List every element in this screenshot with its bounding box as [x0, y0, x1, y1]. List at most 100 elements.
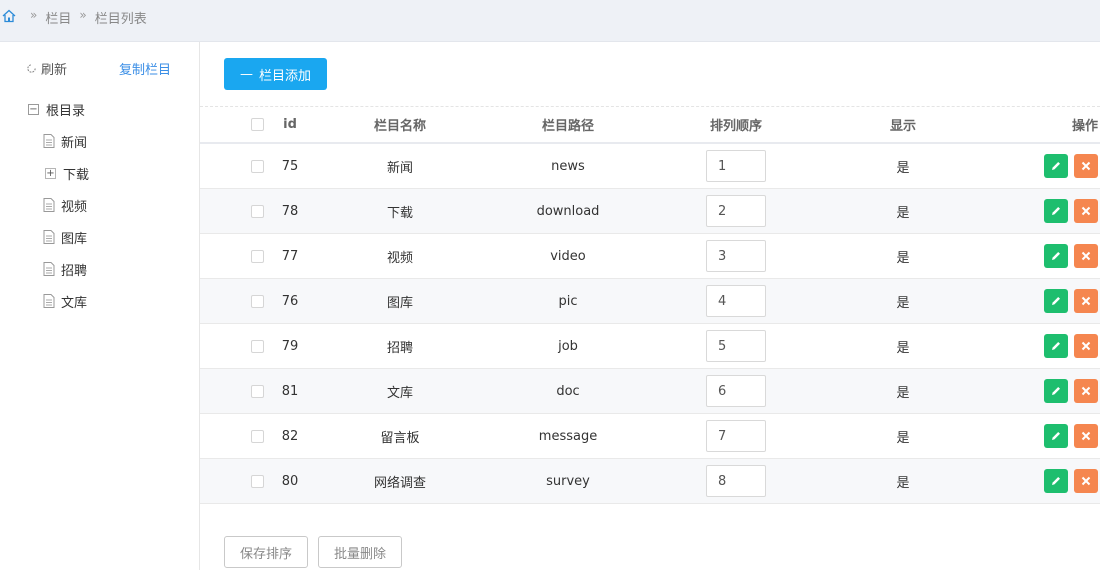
- document-icon: [43, 262, 55, 276]
- row-path: pic: [558, 293, 578, 309]
- table-row: 76 图库 pic 是: [200, 279, 1100, 324]
- order-input[interactable]: [706, 465, 766, 497]
- row-checkbox[interactable]: [251, 474, 264, 488]
- row-show: 是: [896, 160, 910, 176]
- order-input[interactable]: [706, 330, 766, 362]
- table-header: id 栏目名称 栏目路径 排列顺序 显示 操作: [200, 107, 1100, 144]
- row-checkbox[interactable]: [251, 204, 264, 218]
- order-input[interactable]: [706, 420, 766, 452]
- row-checkbox[interactable]: [251, 429, 264, 443]
- table-row: 79 招聘 job 是: [200, 324, 1100, 369]
- row-path: survey: [546, 473, 590, 489]
- batch-delete-button[interactable]: 批量删除: [318, 536, 402, 568]
- delete-button[interactable]: [1074, 379, 1098, 403]
- row-checkbox[interactable]: [251, 294, 264, 308]
- row-show: 是: [896, 430, 910, 446]
- order-input[interactable]: [706, 285, 766, 317]
- row-show: 是: [896, 385, 910, 401]
- order-input[interactable]: [706, 195, 766, 227]
- delete-button[interactable]: [1074, 199, 1098, 223]
- delete-button[interactable]: [1074, 424, 1098, 448]
- row-path: download: [536, 203, 600, 219]
- edit-button[interactable]: [1044, 289, 1068, 313]
- table-row: 81 文库 doc 是: [200, 369, 1100, 414]
- delete-button[interactable]: [1074, 469, 1098, 493]
- edit-button[interactable]: [1044, 244, 1068, 268]
- breadcrumb-item-column[interactable]: 栏目: [45, 8, 71, 27]
- add-column-button[interactable]: — 栏目添加: [224, 58, 327, 90]
- row-checkbox[interactable]: [251, 384, 264, 398]
- col-header-actions: 操作: [1071, 119, 1098, 134]
- collapse-icon[interactable]: −: [28, 103, 39, 115]
- tree-node-gallery[interactable]: 图库: [43, 228, 88, 247]
- row-id: 75: [281, 158, 299, 174]
- row-path: video: [550, 248, 586, 264]
- tree-node-library[interactable]: 文库: [43, 292, 87, 311]
- copy-column-link[interactable]: 复制栏目: [119, 59, 171, 78]
- row-name: 新闻: [386, 160, 413, 176]
- row-id: 80: [281, 473, 299, 489]
- table-row: 80 网络调查 survey 是: [200, 459, 1100, 504]
- refresh-button[interactable]: 刷新: [26, 59, 67, 78]
- home-icon[interactable]: [2, 9, 16, 23]
- column-table: id 栏目名称 栏目路径 排列顺序 显示 操作 75 新闻 news 是: [200, 106, 1100, 504]
- close-icon: [1081, 296, 1091, 306]
- delete-button[interactable]: [1074, 334, 1098, 358]
- tree-node-label: 图库: [61, 231, 88, 247]
- breadcrumb-separator: »: [30, 8, 38, 22]
- tree-node-video[interactable]: 视频: [43, 196, 87, 215]
- col-header-order: 排列顺序: [709, 119, 762, 134]
- tree-node-label: 招聘: [61, 263, 88, 279]
- breadcrumb-item-column-list: 栏目列表: [94, 12, 147, 27]
- save-order-button[interactable]: 保存排序: [224, 536, 308, 568]
- row-name: 文库: [386, 385, 413, 401]
- edit-button[interactable]: [1044, 334, 1068, 358]
- table-row: 82 留言板 message 是: [200, 414, 1100, 459]
- order-input[interactable]: [706, 150, 766, 182]
- tree-panel: 刷新 复制栏目 − 根目录 新闻 + 下载 视频 图库 招聘 文库: [0, 42, 200, 570]
- row-checkbox[interactable]: [251, 249, 264, 263]
- close-icon: [1081, 206, 1091, 216]
- expand-icon[interactable]: +: [45, 167, 56, 179]
- row-name: 网络调查: [373, 475, 426, 491]
- close-icon: [1081, 161, 1091, 171]
- row-name: 下载: [386, 205, 413, 221]
- order-input[interactable]: [706, 375, 766, 407]
- order-input[interactable]: [706, 240, 766, 272]
- edit-button[interactable]: [1044, 424, 1068, 448]
- row-id: 76: [281, 293, 299, 309]
- document-icon: [43, 294, 55, 308]
- select-all-checkbox[interactable]: [251, 118, 264, 131]
- close-icon: [1081, 341, 1091, 351]
- col-header-id: id: [283, 117, 297, 132]
- tree-node-root[interactable]: − 根目录: [28, 100, 86, 119]
- pencil-icon: [1052, 207, 1060, 215]
- pencil-icon: [1052, 297, 1060, 305]
- tree-node-jobs[interactable]: 招聘: [43, 260, 88, 279]
- edit-button[interactable]: [1044, 199, 1068, 223]
- row-path: doc: [556, 383, 580, 399]
- row-path: message: [538, 428, 598, 444]
- row-checkbox[interactable]: [251, 339, 264, 353]
- delete-button[interactable]: [1074, 244, 1098, 268]
- col-header-path: 栏目路径: [541, 119, 594, 134]
- table-row: 77 视频 video 是: [200, 234, 1100, 279]
- row-name: 留言板: [380, 430, 420, 446]
- tree-node-label: 根目录: [46, 103, 86, 119]
- row-name: 图库: [386, 295, 413, 311]
- row-id: 82: [281, 428, 299, 444]
- document-icon: [43, 230, 55, 244]
- row-show: 是: [896, 250, 910, 266]
- tree-node-news[interactable]: 新闻: [43, 132, 87, 151]
- table-row: 75 新闻 news 是: [200, 144, 1100, 189]
- tree-node-label: 下载: [63, 167, 90, 183]
- pencil-icon: [1052, 342, 1060, 350]
- edit-button[interactable]: [1044, 469, 1068, 493]
- row-checkbox[interactable]: [251, 159, 264, 173]
- breadcrumb-separator: »: [79, 8, 87, 22]
- edit-button[interactable]: [1044, 379, 1068, 403]
- delete-button[interactable]: [1074, 154, 1098, 178]
- delete-button[interactable]: [1074, 289, 1098, 313]
- edit-button[interactable]: [1044, 154, 1068, 178]
- tree-node-download[interactable]: + 下载: [45, 164, 90, 183]
